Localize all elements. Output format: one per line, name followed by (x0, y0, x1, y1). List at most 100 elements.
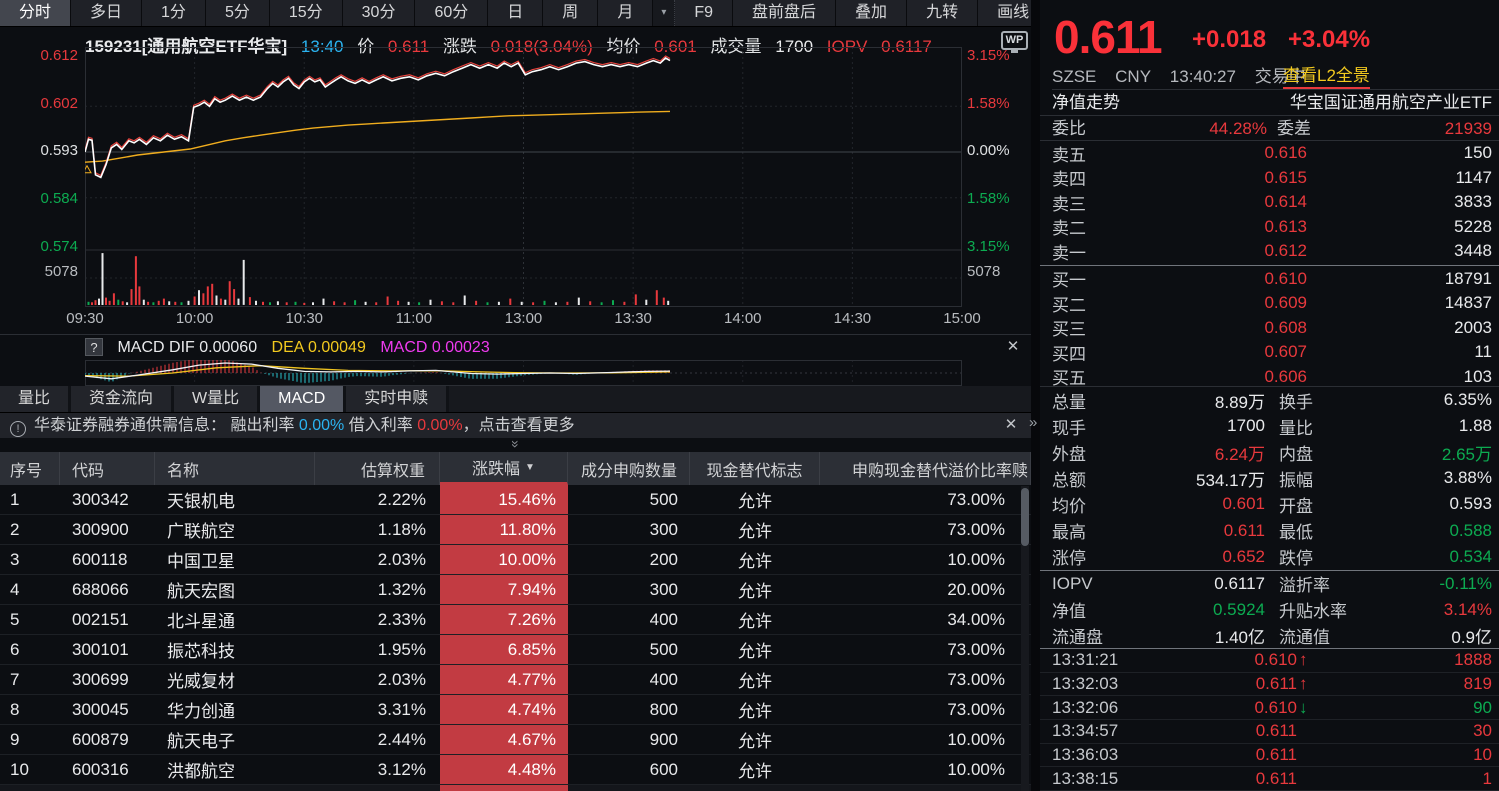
nav-trend-tab[interactable]: 净值走势 (1052, 90, 1120, 116)
table-cell: 1.32% (315, 575, 440, 604)
table-row[interactable]: 5002151北斗星通2.33%7.26%400允许34.00% (0, 605, 1031, 635)
table-row[interactable]: 9600879航天电子2.44%4.67%900允许10.00% (0, 725, 1031, 755)
level-quantity: 18791 (1307, 269, 1492, 289)
table-cell: 广联航空 (155, 515, 315, 544)
change-percent-cell: 10.00% (440, 545, 568, 574)
table-row[interactable]: 2300900广联航空1.18%11.80%300允许73.00% (0, 515, 1031, 545)
percent-axis-label: 0.00% (967, 142, 1027, 159)
table-cell: 10 (0, 755, 60, 784)
macd-chart[interactable] (85, 360, 962, 386)
scrollbar-thumb[interactable] (1021, 488, 1029, 546)
column-header-label: 成分申购数量 (581, 457, 677, 481)
table-row[interactable]: 4688066航天宏图1.32%7.94%300允许20.00% (0, 575, 1031, 605)
tick-time: 13:32:06 (1052, 698, 1147, 718)
indicator-help-icon[interactable]: ? (85, 338, 103, 356)
stock-trading-app: 分时多日1分5分15分30分60分日周月▾ F9盘前盘后叠加九转画线工具⚙?» … (0, 0, 1499, 791)
toolbar-tool-tab[interactable]: 叠加 (836, 0, 907, 26)
indicator-tab[interactable]: 资金流向 (71, 386, 174, 412)
toolbar-tab[interactable]: 30分 (343, 0, 416, 26)
column-header[interactable]: 申购现金替代溢价比率赎 (820, 452, 1031, 485)
bid-row[interactable]: 买二0.60914837 (1040, 291, 1499, 316)
table-scrollbar[interactable] (1021, 486, 1029, 791)
up-arrow-icon: ↑ (1297, 674, 1313, 694)
ask-row[interactable]: 卖三0.6143833 (1040, 190, 1499, 215)
change-percent-cell: 4.77% (440, 665, 568, 694)
exchange: SZSE (1052, 67, 1096, 86)
table-cell: 2.03% (315, 665, 440, 694)
table-cell: 允许 (690, 485, 820, 514)
table-row[interactable]: 3600118中国卫星2.03%10.00%200允许10.00% (0, 545, 1031, 575)
bid-row[interactable]: 买三0.6082003 (1040, 316, 1499, 341)
bid-row[interactable]: 买一0.61018791 (1040, 267, 1499, 292)
table-row[interactable]: 1300342天银机电2.22%15.46%500允许73.00% (0, 485, 1031, 515)
table-collapse-chevron-icon[interactable]: » (505, 436, 527, 451)
indicator-tab[interactable]: 量比 (0, 386, 71, 412)
indicator-tab[interactable]: 实时申赎 (346, 386, 449, 412)
stat-label: 外盘 (1052, 440, 1147, 465)
tick-row: 13:31:210.610↑1888 (1040, 649, 1499, 673)
panel-collapse-handle-icon[interactable]: » (1029, 414, 1037, 431)
macd-close-icon[interactable]: ✕ (1003, 337, 1023, 357)
table-row[interactable]: 10600316洪都航空3.12%4.48%600允许10.00% (0, 755, 1031, 785)
toolbar-tab[interactable]: 日 (488, 0, 543, 26)
toolbar-tool-tab[interactable]: F9 (675, 0, 733, 26)
table-cell: 73.00% (820, 665, 1031, 694)
tick-price: 0.611 (1147, 721, 1297, 741)
ask-row[interactable]: 卖五0.616150 (1040, 141, 1499, 166)
toolbar-tool-tab[interactable]: 九转 (907, 0, 978, 26)
ask-row[interactable]: 卖四0.6151147 (1040, 166, 1499, 191)
toolbar-tab[interactable]: 周 (543, 0, 598, 26)
tick-price: 0.611 (1147, 745, 1297, 765)
quote-time: 13:40:27 (1170, 67, 1236, 86)
notice-bar[interactable]: !华泰证券融券通供需信息： 融出利率 0.00% 借入利率 0.00%，点击查看… (0, 413, 1031, 438)
tick-time: 13:31:21 (1052, 650, 1147, 670)
column-header[interactable]: 涨跌幅▼ (440, 452, 568, 485)
table-row[interactable]: 7300699光威复材2.03%4.77%400允许73.00% (0, 665, 1031, 695)
tick-price: 0.611 (1147, 769, 1297, 789)
column-header[interactable]: 现金替代标志 (690, 452, 820, 485)
l2-view-link[interactable]: 查看L2全景 (1283, 64, 1370, 89)
indicator-tabs: 量比资金流向W量比MACD实时申赎 (0, 386, 1031, 413)
stat-value: 0.652 (1147, 547, 1265, 567)
stat-label: 最低 (1265, 518, 1357, 543)
table-row[interactable]: 6300101振芯科技1.95%6.85%500允许73.00% (0, 635, 1031, 665)
tick-time: 13:32:03 (1052, 674, 1147, 694)
column-header[interactable]: 成分申购数量 (568, 452, 690, 485)
column-header[interactable]: 序号 (0, 452, 60, 485)
toolbar-tab[interactable]: 5分 (206, 0, 270, 26)
toolbar-tab[interactable]: 月 (598, 0, 653, 26)
time-and-sales: 13:31:210.610↑188813:32:030.611↑81913:32… (1040, 648, 1499, 791)
indicator-tab[interactable]: MACD (260, 386, 346, 412)
stat-label: 升贴水率 (1265, 597, 1357, 622)
tick-quantity: 30 (1313, 721, 1492, 741)
toolbar-tab[interactable]: 15分 (270, 0, 343, 26)
toolbar-tab[interactable]: 1分 (142, 0, 206, 26)
column-header[interactable]: 名称 (155, 452, 315, 485)
ask-row[interactable]: 卖一0.6123448 (1040, 239, 1499, 264)
column-header-label: 涨跌幅 (472, 455, 520, 479)
table-cell: 73.00% (820, 695, 1031, 724)
toolbar-tab[interactable]: 多日 (71, 0, 142, 26)
table-cell: 允许 (690, 545, 820, 574)
table-cell: 允许 (690, 635, 820, 664)
notice-close-icon[interactable]: ✕ (1001, 415, 1021, 435)
stat-value: 0.9亿 (1357, 623, 1492, 648)
intraday-chart-panel[interactable]: 159231[通用航空ETF华宝] 13:40 价 0.611 涨跌 0.018… (0, 27, 1031, 334)
table-cell: 300900 (60, 515, 155, 544)
bid-row[interactable]: 买四0.60711 (1040, 340, 1499, 365)
interval-dropdown-icon[interactable]: ▾ (653, 0, 675, 26)
stat-value: 6.35% (1357, 390, 1492, 410)
toolbar-tab[interactable]: 分时 (0, 0, 71, 26)
table-row[interactable]: 8300045华力创通3.31%4.74%800允许73.00% (0, 695, 1031, 725)
column-header[interactable]: 代码 (60, 452, 155, 485)
time-axis-label: 13:30 (614, 310, 652, 327)
ask-row[interactable]: 卖二0.6135228 (1040, 215, 1499, 240)
price-chart[interactable] (85, 47, 962, 307)
toolbar-tab[interactable]: 60分 (415, 0, 488, 26)
toolbar-tool-tab[interactable]: 盘前盘后 (733, 0, 836, 26)
notice-more-link[interactable]: ，点击查看更多 (463, 417, 575, 434)
level-quantity: 3448 (1307, 241, 1492, 261)
column-header[interactable]: 估算权重 (315, 452, 440, 485)
indicator-tab[interactable]: W量比 (174, 386, 260, 412)
time-axis-label: 14:30 (834, 310, 872, 327)
